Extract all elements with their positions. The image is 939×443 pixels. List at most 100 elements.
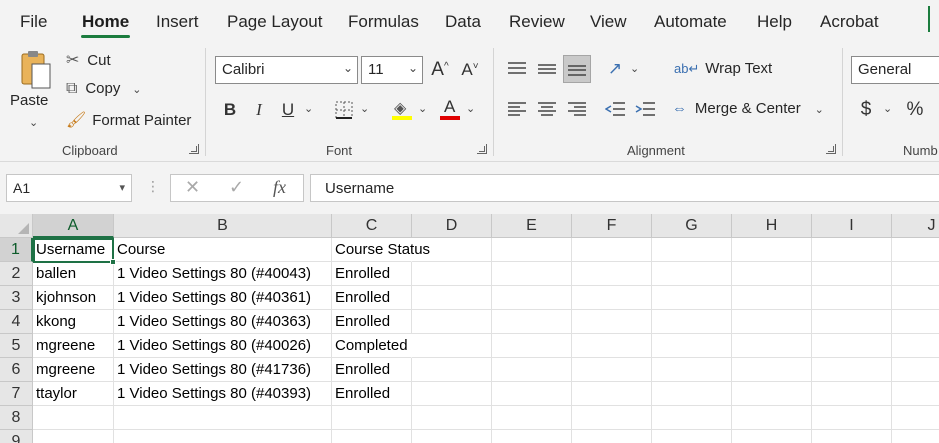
empty-cell[interactable] [812, 310, 892, 334]
empty-cell[interactable] [332, 430, 412, 443]
insert-function-icon[interactable]: fx [273, 177, 286, 198]
row-header[interactable]: 7 [0, 382, 33, 406]
empty-cell[interactable] [892, 310, 939, 334]
cell-c3[interactable]: Enrolled [332, 286, 412, 310]
empty-cell[interactable] [652, 286, 732, 310]
clipboard-launcher-icon[interactable] [189, 144, 199, 154]
empty-cell[interactable] [572, 382, 652, 406]
empty-cell[interactable] [652, 382, 732, 406]
tab-insert[interactable]: Insert [156, 12, 199, 32]
empty-cell[interactable] [652, 238, 732, 262]
bold-button[interactable]: B [218, 98, 242, 122]
row-header[interactable]: 3 [0, 286, 33, 310]
italic-button[interactable]: I [247, 98, 271, 122]
fill-color-button[interactable]: ◈ [390, 98, 414, 122]
cancel-icon[interactable]: ✕ [185, 177, 200, 198]
empty-cell[interactable] [732, 406, 812, 430]
paste-dropdown-icon[interactable]: ⌄ [29, 116, 38, 129]
empty-cell[interactable] [114, 430, 332, 443]
empty-cell[interactable] [812, 238, 892, 262]
empty-cell[interactable] [412, 262, 492, 286]
empty-cell[interactable] [412, 406, 492, 430]
column-header-j[interactable]: J [892, 214, 939, 238]
empty-cell[interactable] [732, 262, 812, 286]
empty-cell[interactable] [332, 406, 412, 430]
cell-c5[interactable]: Completed [332, 334, 412, 358]
decrease-indent-button[interactable] [603, 98, 627, 122]
empty-cell[interactable] [492, 406, 572, 430]
cut-button[interactable]: ✂ Cut [66, 50, 111, 72]
borders-button[interactable] [332, 98, 356, 122]
empty-cell[interactable] [492, 262, 572, 286]
empty-cell[interactable] [492, 310, 572, 334]
copy-dropdown-icon[interactable]: ⌄ [132, 84, 141, 96]
tab-review[interactable]: Review [509, 12, 565, 32]
row-header[interactable]: 1 [0, 238, 33, 262]
tab-view[interactable]: View [590, 12, 627, 32]
tab-acrobat[interactable]: Acrobat [820, 12, 879, 32]
empty-cell[interactable] [892, 286, 939, 310]
percent-button[interactable]: % [903, 98, 927, 122]
fill-handle[interactable] [110, 259, 116, 265]
tab-page-layout[interactable]: Page Layout [227, 12, 322, 32]
orientation-dropdown-icon[interactable]: ⌄ [630, 62, 639, 75]
empty-cell[interactable] [412, 286, 492, 310]
tab-formulas[interactable]: Formulas [348, 12, 419, 32]
cell-c2[interactable]: Enrolled [332, 262, 412, 286]
empty-cell[interactable] [412, 334, 492, 358]
empty-cell[interactable] [412, 238, 492, 262]
empty-cell[interactable] [812, 358, 892, 382]
empty-cell[interactable] [892, 406, 939, 430]
enter-icon[interactable]: ✓ [229, 177, 244, 198]
tab-home[interactable]: Home [82, 12, 129, 32]
empty-cell[interactable] [492, 286, 572, 310]
column-header-g[interactable]: G [652, 214, 732, 238]
empty-cell[interactable] [652, 262, 732, 286]
empty-cell[interactable] [652, 310, 732, 334]
empty-cell[interactable] [572, 430, 652, 443]
empty-cell[interactable] [33, 430, 114, 443]
empty-cell[interactable] [892, 358, 939, 382]
orientation-button[interactable]: ↗ [603, 57, 627, 81]
empty-cell[interactable] [652, 430, 732, 443]
empty-cell[interactable] [492, 358, 572, 382]
cell-c1[interactable]: Course Status [332, 238, 430, 262]
font-name-select[interactable]: Calibri ⌄ [215, 56, 358, 84]
font-size-select[interactable]: 11 ⌄ [361, 56, 423, 84]
empty-cell[interactable] [892, 334, 939, 358]
cell-b7[interactable]: 1 Video Settings 80 (#40393) [114, 382, 332, 406]
align-center-button[interactable] [535, 98, 559, 122]
empty-cell[interactable] [492, 334, 572, 358]
column-header-a[interactable]: A [33, 214, 114, 238]
tab-help[interactable]: Help [757, 12, 792, 32]
underline-dropdown-icon[interactable]: ⌄ [304, 102, 313, 115]
formula-input[interactable]: Username [310, 174, 939, 202]
column-header-e[interactable]: E [492, 214, 572, 238]
cell-b4[interactable]: 1 Video Settings 80 (#40363) [114, 310, 332, 334]
empty-cell[interactable] [732, 238, 812, 262]
empty-cell[interactable] [732, 382, 812, 406]
align-left-button[interactable] [505, 98, 529, 122]
empty-cell[interactable] [412, 358, 492, 382]
empty-cell[interactable] [812, 430, 892, 443]
increase-indent-button[interactable] [633, 98, 657, 122]
font-color-dropdown-icon[interactable]: ⌄ [466, 102, 475, 115]
empty-cell[interactable] [812, 334, 892, 358]
alignment-launcher-icon[interactable] [826, 144, 836, 154]
font-color-button[interactable]: A [438, 97, 462, 122]
cell-c4[interactable]: Enrolled [332, 310, 412, 334]
grow-font-button[interactable]: A ^ [428, 58, 452, 82]
empty-cell[interactable] [812, 406, 892, 430]
cell-a4[interactable]: kkong [33, 310, 114, 334]
empty-cell[interactable] [412, 310, 492, 334]
empty-cell[interactable] [652, 406, 732, 430]
paste-button[interactable]: Paste ⌄ [10, 48, 62, 132]
currency-dropdown-icon[interactable]: ⌄ [883, 102, 892, 115]
cell-a5[interactable]: mgreene [33, 334, 114, 358]
column-header-f[interactable]: F [572, 214, 652, 238]
empty-cell[interactable] [572, 310, 652, 334]
column-header-h[interactable]: H [732, 214, 812, 238]
empty-cell[interactable] [732, 334, 812, 358]
splitter-handle-icon[interactable]: ⋮ [146, 178, 160, 195]
cell-a6[interactable]: mgreene [33, 358, 114, 382]
